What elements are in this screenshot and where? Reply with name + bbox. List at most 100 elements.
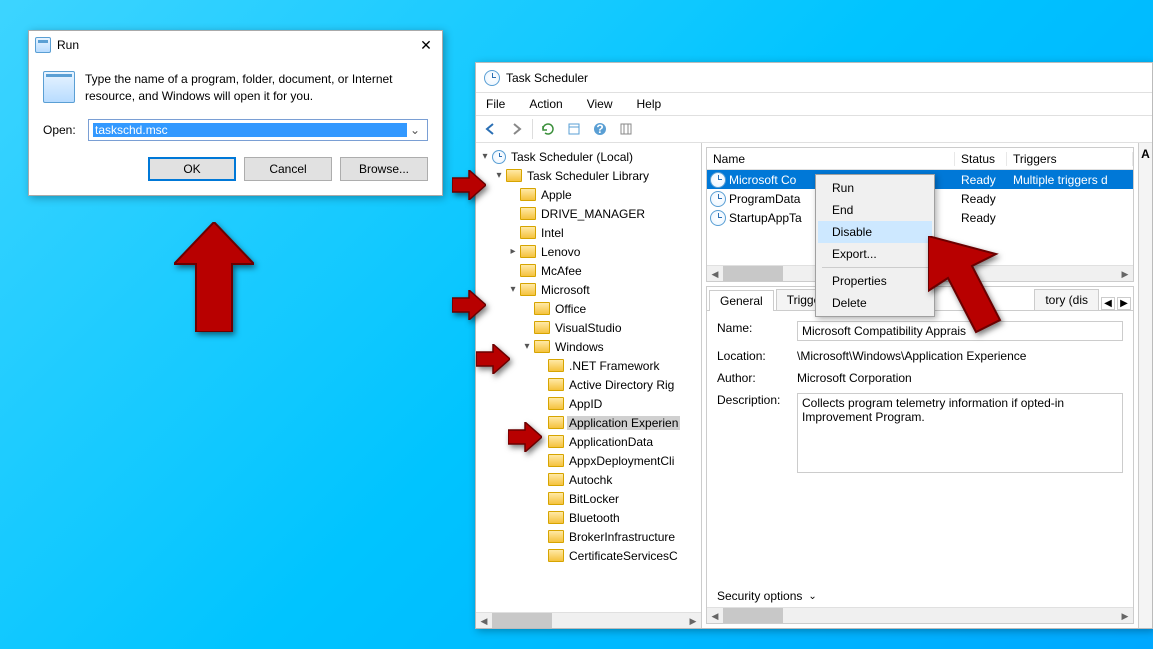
tree-label: Microsoft [539,283,592,297]
ok-button[interactable]: OK [148,157,236,181]
menu-view[interactable]: View [581,95,619,113]
menu-action[interactable]: Action [523,95,568,113]
folder-icon [548,454,564,467]
ts-main: ▾Task Scheduler (Local) ▾Task Scheduler … [476,143,1152,628]
tab-general[interactable]: General [709,290,774,311]
tree-root[interactable]: ▾Task Scheduler (Local) [476,147,701,166]
folder-icon [548,435,564,448]
folder-icon [548,473,564,486]
menu-file[interactable]: File [480,95,511,113]
collapse-icon[interactable]: ▾ [520,341,534,352]
browse-button[interactable]: Browse... [340,157,428,181]
tree-office[interactable]: Office [476,299,701,318]
task-status: Ready [955,173,1007,187]
tree-microsoft[interactable]: ▾ Microsoft [476,280,701,299]
tree-appid[interactable]: AppID [476,394,701,413]
taskscheduler-window: Task Scheduler File Action View Help ? ▾… [475,62,1153,629]
task-triggers: Multiple triggers d [1007,173,1133,187]
scroll-track[interactable] [783,608,1117,623]
expand-icon[interactable]: ▸ [506,246,520,257]
tree-cert[interactable]: CertificateServicesC [476,546,701,565]
tree-hscroll[interactable]: ◀▶ [476,612,701,628]
scroll-thumb[interactable] [723,608,783,623]
col-status[interactable]: Status [955,152,1007,166]
ctx-delete[interactable]: Delete [818,292,932,314]
run-instruction: Type the name of a program, folder, docu… [85,71,428,105]
folder-icon [534,321,550,334]
ctx-disable[interactable]: Disable [818,221,932,243]
cancel-button[interactable]: Cancel [244,157,332,181]
props-icon[interactable] [563,118,585,140]
nav-tree[interactable]: ▾Task Scheduler (Local) ▾Task Scheduler … [476,143,702,628]
open-combobox[interactable]: taskschd.msc ⌄ [88,119,428,141]
tree-apple[interactable]: Apple [476,185,701,204]
tree-lenovo[interactable]: ▸Lenovo [476,242,701,261]
scroll-left-icon[interactable]: ◀ [707,266,723,281]
folder-icon [520,188,536,201]
expand-icon[interactable]: ▾ [478,151,492,162]
open-value[interactable]: taskschd.msc [93,123,407,137]
lbl-description: Description: [717,393,797,476]
tree-bitlocker[interactable]: BitLocker [476,489,701,508]
scroll-thumb[interactable] [492,613,552,628]
tree-ad[interactable]: Active Directory Rig [476,375,701,394]
refresh-icon[interactable] [537,118,559,140]
tree-drive[interactable]: DRIVE_MANAGER [476,204,701,223]
tab-next-icon[interactable]: ▶ [1117,297,1131,310]
tree-intel[interactable]: Intel [476,223,701,242]
chevron-down-icon[interactable]: ⌄ [407,123,423,137]
scroll-left-icon[interactable]: ◀ [476,613,492,628]
details-hscroll[interactable]: ◀▶ [707,607,1133,623]
actions-label: A [1141,147,1150,161]
ts-title-text: Task Scheduler [506,71,588,85]
separator [532,119,533,139]
collapse-icon[interactable]: ▾ [492,170,506,181]
tree-label: Windows [553,340,606,354]
ctx-run[interactable]: Run [818,177,932,199]
tree-label: BrokerInfrastructure [567,530,677,544]
folder-icon [534,340,550,353]
tree-autochk[interactable]: Autochk [476,470,701,489]
scroll-left-icon[interactable]: ◀ [707,608,723,623]
ctx-end[interactable]: End [818,199,932,221]
row-name: Name: [717,321,1123,341]
menu-help[interactable]: Help [631,95,668,113]
clock-icon [484,70,500,86]
col-triggers[interactable]: Triggers [1007,152,1133,166]
tree-bluetooth[interactable]: Bluetooth [476,508,701,527]
tree-broker[interactable]: BrokerInfrastructure [476,527,701,546]
tree-mcafee[interactable]: McAfee [476,261,701,280]
clock-icon [710,191,726,207]
tree-label: Office [553,302,588,316]
scroll-right-icon[interactable]: ▶ [1117,266,1133,281]
scroll-track[interactable] [552,613,685,628]
val-description[interactable]: Collects program telemetry information i… [797,393,1123,473]
chevron-down-icon[interactable]: ⌄ [808,591,816,602]
back-icon[interactable] [480,118,502,140]
folder-icon [548,416,564,429]
task-list: Name Status Triggers Microsoft Co Ready … [706,147,1134,282]
security-row[interactable]: Security options ⌄ [707,585,1133,607]
tab-history[interactable]: tory (dis [1034,289,1099,310]
scroll-right-icon[interactable]: ▶ [1117,608,1133,623]
scroll-right-icon[interactable]: ▶ [685,613,701,628]
col-name[interactable]: Name [707,152,955,166]
scroll-thumb[interactable] [723,266,783,281]
close-icon[interactable]: ✕ [416,37,436,54]
ctx-export[interactable]: Export... [818,243,932,265]
tree-appx[interactable]: AppxDeploymentCli [476,451,701,470]
help-icon[interactable]: ? [589,118,611,140]
collapse-icon[interactable]: ▾ [506,284,520,295]
tree-library[interactable]: ▾Task Scheduler Library [476,166,701,185]
actions-pane: A [1138,143,1152,628]
tab-prev-icon[interactable]: ◀ [1101,297,1115,310]
run-app-icon [35,37,51,53]
tree-vs[interactable]: VisualStudio [476,318,701,337]
run-open-row: Open: taskschd.msc ⌄ [29,109,442,149]
task-details: General Trigge tory (dis ◀ ▶ Name: [706,286,1134,624]
folder-icon [520,283,536,296]
columns-icon[interactable] [615,118,637,140]
ctx-properties[interactable]: Properties [818,270,932,292]
row-location: Location: \Microsoft\Windows\Application… [717,349,1123,363]
forward-icon[interactable] [506,118,528,140]
